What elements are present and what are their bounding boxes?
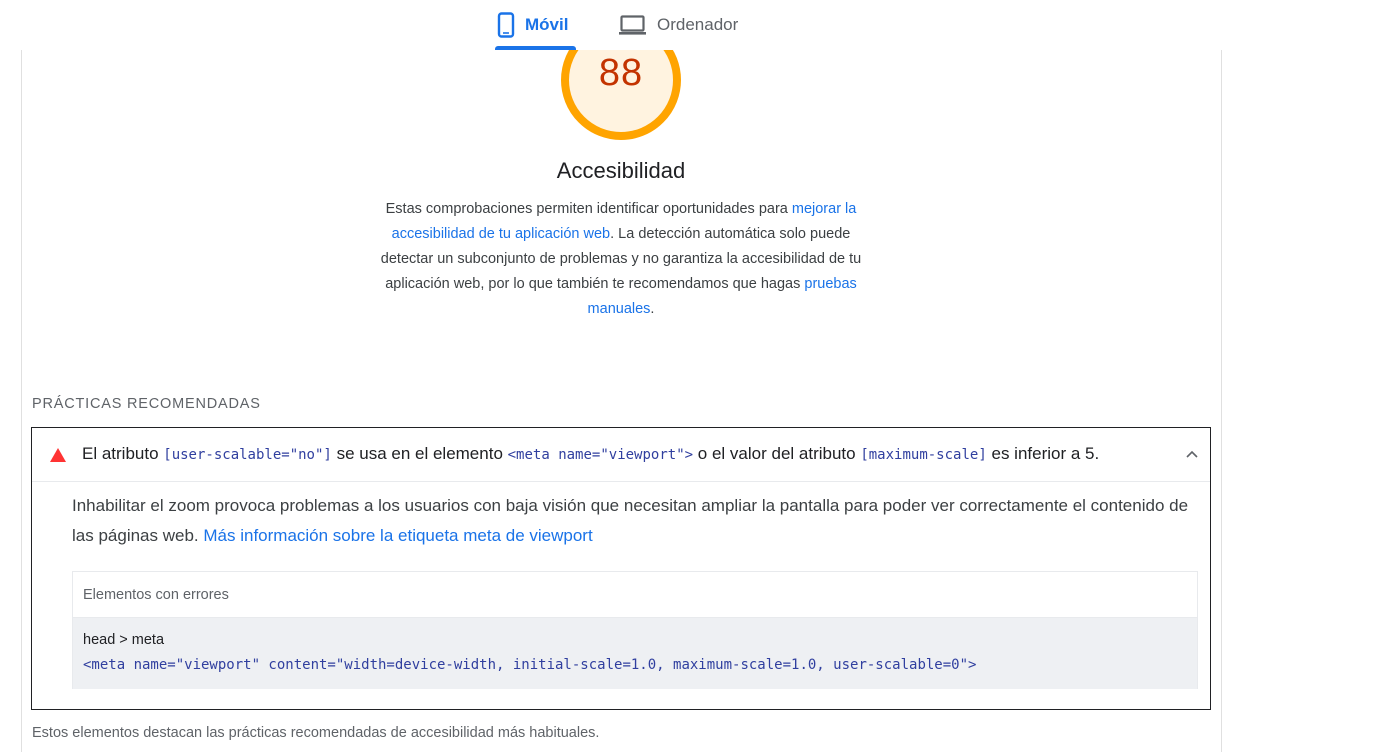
tab-mobile[interactable]: Móvil	[495, 0, 577, 50]
audit-title-text-1: El atributo	[82, 444, 164, 463]
score-value: 88	[598, 52, 644, 94]
audit-title-text-3: o el valor del atributo	[693, 444, 861, 463]
device-tabs: Móvil Ordenador	[0, 0, 1397, 50]
learn-more-link[interactable]: Más información sobre la etiqueta meta d…	[203, 526, 592, 545]
audit-header[interactable]: El atributo [user-scalable="no"] se usa …	[32, 428, 1210, 482]
audit-title-text-2: se usa en el elemento	[331, 444, 508, 463]
audit-title-code-3: [maximum-scale]	[860, 447, 987, 463]
chevron-up-icon[interactable]	[1182, 444, 1202, 464]
tab-desktop[interactable]: Ordenador	[618, 0, 738, 50]
audit-title-text-4: es inferior a 5.	[986, 444, 1100, 463]
audit-title-code-1: [user-scalable="no"]	[163, 447, 332, 463]
audit-description: Inhabilitar el zoom provoca problemas a …	[72, 491, 1202, 551]
fail-triangle-icon	[50, 448, 66, 462]
active-tab-indicator	[495, 46, 576, 50]
audit-title-code-2: <meta name="viewport">	[507, 447, 694, 463]
table-header: Elementos con errores	[83, 587, 229, 603]
tab-desktop-label: Ordenador	[657, 15, 739, 34]
laptop-icon	[618, 14, 647, 36]
audit-viewport-meta: El atributo [user-scalable="no"] se usa …	[31, 427, 1211, 710]
node-snippet: <meta name="viewport" content="width=dev…	[83, 657, 977, 673]
failing-elements-table: Elementos con errores head > meta <meta …	[72, 571, 1198, 689]
table-header-row: Elementos con errores	[73, 572, 1197, 617]
smartphone-icon	[497, 12, 515, 38]
audit-title: El atributo [user-scalable="no"] se usa …	[82, 444, 1099, 464]
tab-mobile-label: Móvil	[525, 15, 569, 34]
group-title: PRÁCTICAS RECOMENDADAS	[32, 396, 261, 412]
group-footer-description: Estos elementos destacan las prácticas r…	[32, 725, 600, 741]
category-description: Estas comprobaciones permiten identifica…	[366, 197, 876, 322]
node-path: head > meta	[83, 632, 165, 648]
table-row[interactable]: head > meta <meta name="viewport" conten…	[73, 617, 1197, 689]
category-title: Accesibilidad	[556, 158, 686, 183]
category-description-text-3: .	[650, 301, 655, 317]
category-description-text-1: Estas comprobaciones permiten identifica…	[385, 201, 792, 217]
